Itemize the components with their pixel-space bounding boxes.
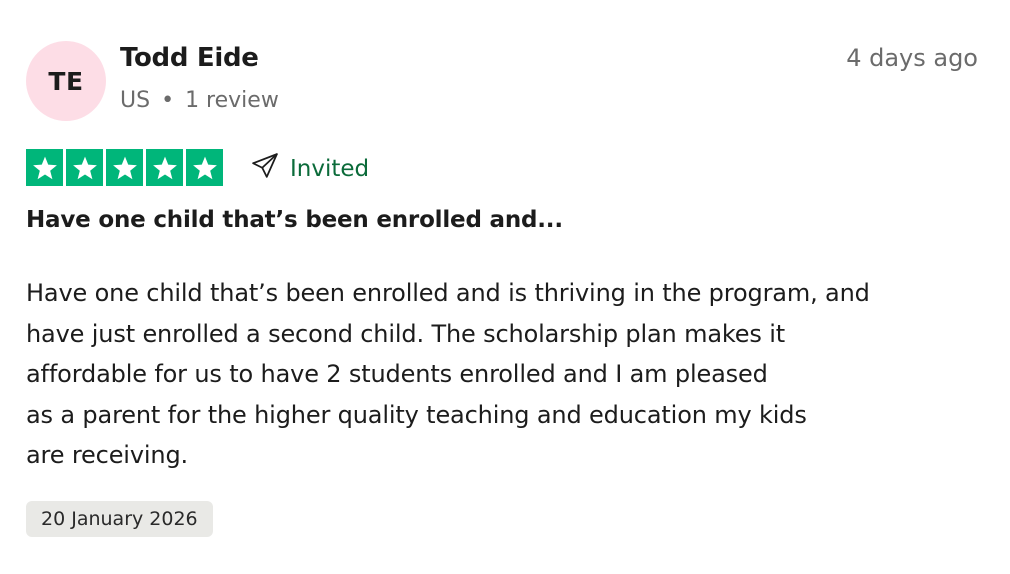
review-count: 1 review [185, 88, 279, 113]
star-icon [26, 149, 63, 186]
meta-separator: • [161, 88, 175, 113]
reviewer-meta: US • 1 review [120, 88, 279, 113]
avatar[interactable]: TE [26, 41, 106, 121]
review-body-line: affordable for us to have 2 students enr… [26, 360, 768, 388]
review-body-line: have just enrolled a second child. The s… [26, 319, 785, 348]
avatar-initials: TE [48, 66, 84, 96]
star-icon [66, 149, 103, 186]
reviewer-country: US [120, 88, 151, 113]
reviewer-name[interactable]: Todd Eide [120, 43, 259, 73]
star-rating [26, 149, 223, 186]
invited-text: Invited [290, 156, 370, 182]
invited-label[interactable]: Invited [250, 151, 369, 187]
paper-plane-icon [250, 151, 280, 187]
review-date-badge: 20 January 2026 [26, 501, 213, 537]
review-time-ago: 4 days ago [846, 44, 978, 72]
review-title[interactable]: Have one child that’s been enrolled and.… [26, 207, 563, 233]
review-body: Have one child that’s been enrolled and … [26, 273, 976, 476]
review-body-line: are receiving. [26, 441, 189, 469]
star-icon [186, 149, 223, 186]
review-body-line: as a parent for the higher quality teach… [26, 400, 807, 429]
star-icon [106, 149, 143, 186]
review-body-line: Have one child that’s been enrolled and … [26, 279, 870, 307]
star-icon [146, 149, 183, 186]
review-card: TE Todd Eide US • 1 review 4 days ago In… [0, 0, 1010, 574]
